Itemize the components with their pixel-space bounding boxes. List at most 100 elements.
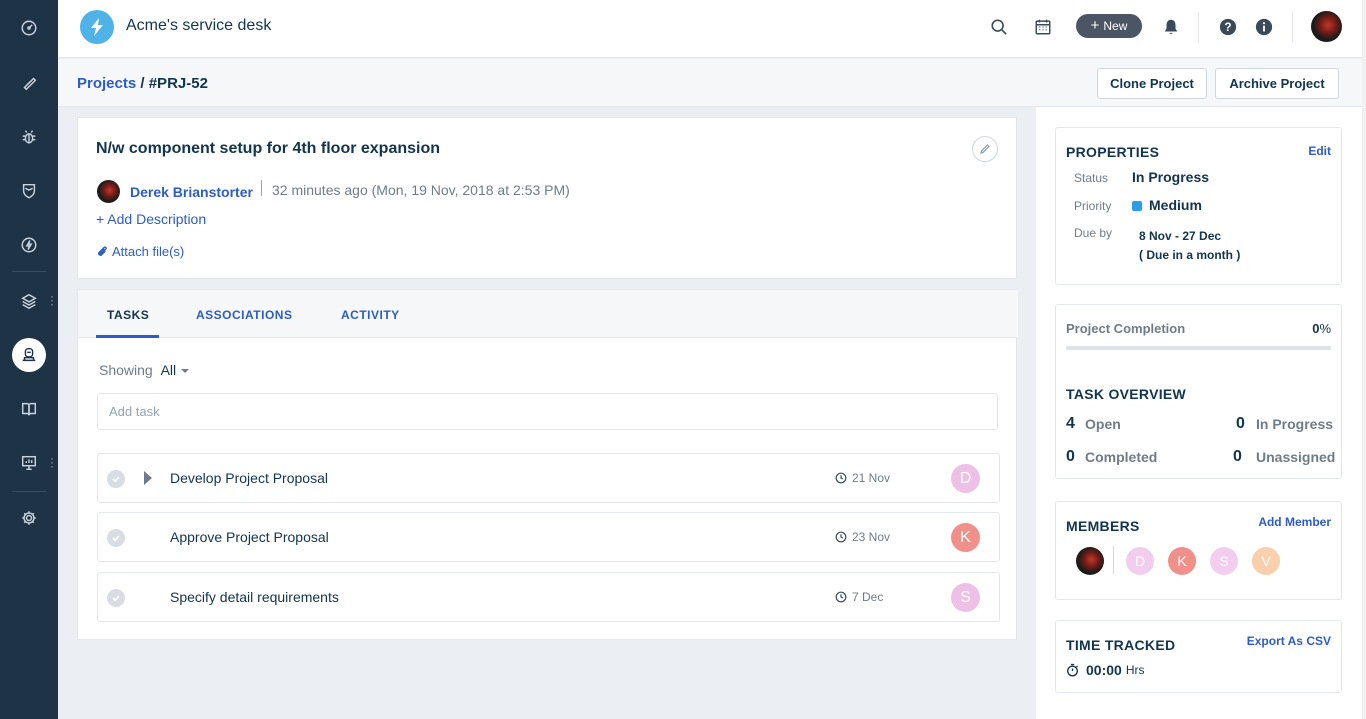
topbar-divider <box>1292 12 1293 42</box>
edit-title-button[interactable] <box>972 136 998 162</box>
paperclip-icon <box>98 246 107 256</box>
priority-text: Medium <box>1149 197 1202 213</box>
bug-icon <box>22 130 36 144</box>
more-dots-icon[interactable]: · · · <box>50 290 54 310</box>
member-avatar[interactable]: V <box>1252 547 1280 575</box>
tickets-nav-item[interactable] <box>0 63 58 103</box>
lightning-logo-icon <box>91 18 103 36</box>
complete-task-checkbox[interactable] <box>107 529 125 547</box>
book-icon <box>21 402 37 416</box>
stopwatch-icon <box>1067 663 1078 677</box>
breadcrumb: Projects / #PRJ-52 <box>77 75 208 92</box>
task-row[interactable]: Specify detail requirements 7 Dec S <box>97 572 1000 622</box>
task-assignee-avatar[interactable]: K <box>951 523 980 552</box>
time-tracked-heading: TIME TRACKED <box>1066 637 1176 653</box>
add-description-link[interactable]: + Add Description <box>96 211 206 227</box>
caret-down-icon <box>181 369 190 374</box>
inprogress-count: 0 <box>1236 415 1245 432</box>
add-member-link[interactable]: Add Member <box>1258 515 1331 529</box>
properties-card: PROPERTIES Edit Status In Progress Prior… <box>1055 127 1342 285</box>
breadcrumb-separator: / <box>136 75 149 92</box>
tab-tasks[interactable]: TASKS <box>107 308 149 322</box>
sidebar-divider <box>12 491 46 492</box>
solutions-nav-item[interactable] <box>0 389 58 429</box>
user-avatar[interactable] <box>1311 11 1342 42</box>
assets-nav-item[interactable]: · · · <box>0 281 58 321</box>
properties-heading: PROPERTIES <box>1066 144 1160 160</box>
task-name: Approve Project Proposal <box>170 529 329 545</box>
task-due-date: 7 Dec <box>835 590 883 604</box>
check-icon <box>112 535 120 542</box>
member-avatar[interactable]: K <box>1168 547 1196 575</box>
dashboard-nav-item[interactable] <box>0 8 58 48</box>
calendar-icon <box>1035 19 1051 35</box>
presentation-icon <box>21 455 37 471</box>
project-title: N/w component setup for 4th floor expans… <box>96 140 441 157</box>
filter-label: Showing <box>99 362 153 378</box>
export-csv-link[interactable]: Export As CSV <box>1247 634 1331 648</box>
layers-icon <box>21 293 37 310</box>
priority-value[interactable]: Medium <box>1132 197 1202 213</box>
breadcrumb-bar: Projects / #PRJ-52 Clone Project Archive… <box>58 59 1362 107</box>
attach-files-link[interactable]: Attach file(s) <box>96 244 184 259</box>
due-range: 8 Nov - 27 Dec <box>1139 229 1222 243</box>
problems-nav-item[interactable] <box>0 117 58 157</box>
edit-properties-link[interactable]: Edit <box>1308 144 1331 158</box>
more-dots-icon[interactable]: · · · <box>50 452 54 472</box>
member-avatar[interactable]: D <box>1126 547 1154 575</box>
member-avatar-owner[interactable] <box>1076 547 1104 575</box>
member-avatar[interactable]: S <box>1210 547 1238 575</box>
task-filter: Showing All <box>99 362 190 378</box>
projects-active-indicator <box>12 338 46 372</box>
task-assignee-avatar[interactable]: S <box>951 583 980 612</box>
projects-nav-item[interactable] <box>0 335 58 375</box>
projects-icon <box>22 347 36 362</box>
task-date-label: 7 Dec <box>852 590 884 604</box>
filter-dropdown[interactable]: All <box>161 362 190 378</box>
task-assignee-avatar[interactable]: D <box>951 464 980 493</box>
plus-icon: + <box>1090 17 1100 34</box>
info-button[interactable] <box>1253 16 1275 38</box>
app-logo[interactable] <box>80 10 114 44</box>
status-value[interactable]: In Progress <box>1132 169 1209 185</box>
members-card: MEMBERS Add Member D K S V <box>1055 501 1342 600</box>
releases-nav-item[interactable] <box>0 225 58 265</box>
changes-nav-item[interactable] <box>0 171 58 211</box>
admin-nav-item[interactable] <box>0 498 58 538</box>
task-row[interactable]: Develop Project Proposal 21 Nov D <box>97 453 1000 503</box>
tab-associations[interactable]: ASSOCIATIONS <box>196 308 292 322</box>
reports-nav-item[interactable]: · · · <box>0 443 58 483</box>
notifications-button[interactable] <box>1160 16 1182 38</box>
completion-value: 0% <box>1312 321 1331 336</box>
pencil-icon <box>980 144 990 154</box>
complete-task-checkbox[interactable] <box>107 470 125 488</box>
inprogress-label: In Progress <box>1256 416 1334 432</box>
scrollbar[interactable] <box>1362 0 1366 719</box>
open-count: 4 <box>1066 415 1075 432</box>
help-button[interactable]: ? <box>1217 16 1239 38</box>
new-button[interactable]: + New <box>1076 14 1142 38</box>
archive-project-button[interactable]: Archive Project <box>1215 68 1339 99</box>
bell-icon <box>1164 19 1178 34</box>
task-row[interactable]: Approve Project Proposal 23 Nov K <box>97 512 1000 562</box>
info-icon <box>1255 18 1273 36</box>
clone-project-button[interactable]: Clone Project <box>1097 68 1207 99</box>
breadcrumb-projects-link[interactable]: Projects <box>77 75 136 92</box>
tasks-card: TASKS ASSOCIATIONS ACTIVITY Showing All … <box>77 289 1018 640</box>
calendar-button[interactable] <box>1032 16 1054 38</box>
open-label: Open <box>1085 416 1121 432</box>
author-name-link[interactable]: Derek Brianstorter <box>130 184 253 200</box>
tab-bar: TASKS ASSOCIATIONS ACTIVITY <box>78 290 1018 338</box>
task-due-date: 23 Nov <box>835 530 890 544</box>
shield-icon <box>22 183 36 199</box>
release-icon <box>21 237 37 253</box>
complete-task-checkbox[interactable] <box>107 589 125 607</box>
add-task-input[interactable] <box>97 393 998 430</box>
attach-files-label: Attach file(s) <box>112 244 185 259</box>
search-button[interactable] <box>988 16 1010 38</box>
tab-activity[interactable]: ACTIVITY <box>341 308 400 322</box>
expand-subtasks-icon[interactable] <box>144 471 152 485</box>
breadcrumb-current: #PRJ-52 <box>148 75 208 92</box>
check-icon <box>112 595 120 602</box>
project-details-card: N/w component setup for 4th floor expans… <box>77 117 1017 279</box>
